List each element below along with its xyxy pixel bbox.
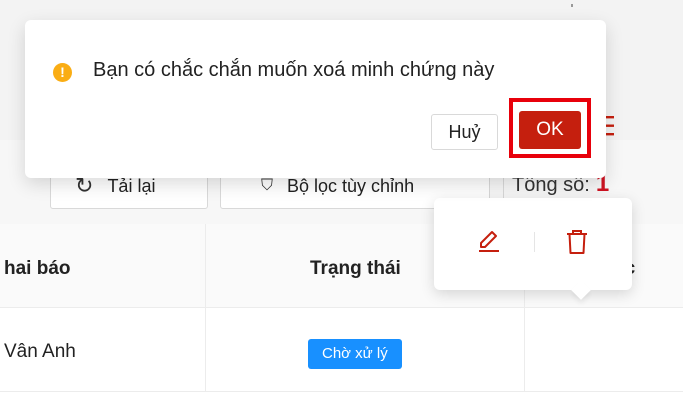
header-reporter: hai báo (4, 258, 71, 279)
filter-label: Bộ lọc tùy chỉnh (287, 175, 415, 196)
column-divider (205, 308, 206, 392)
cell-reporter: Vân Anh (4, 341, 76, 362)
delete-confirm-dialog: ! Bạn có chắc chắn muốn xoá minh chứng n… (25, 20, 606, 178)
confirm-message: Bạn có chắc chắn muốn xoá minh chứng này (93, 59, 495, 81)
ok-button[interactable]: OK (519, 111, 581, 149)
popover-divider (534, 232, 535, 252)
corner-mark (571, 4, 573, 7)
reload-label: Tải lại (107, 175, 156, 196)
trash-icon[interactable] (564, 228, 590, 256)
column-divider (205, 224, 206, 308)
toolbar-divider (503, 175, 504, 199)
cancel-button[interactable]: Huỷ (431, 114, 498, 150)
warning-icon: ! (53, 63, 72, 82)
header-status: Trạng thái (310, 258, 401, 279)
status-badge: Chờ xử lý (308, 339, 402, 369)
table-row: Vân Anh Chờ xử lý (0, 308, 683, 392)
row-action-popover (434, 198, 632, 290)
edit-icon[interactable] (476, 228, 502, 254)
column-divider (524, 308, 525, 392)
filter-icon: ⛉ (261, 177, 274, 194)
